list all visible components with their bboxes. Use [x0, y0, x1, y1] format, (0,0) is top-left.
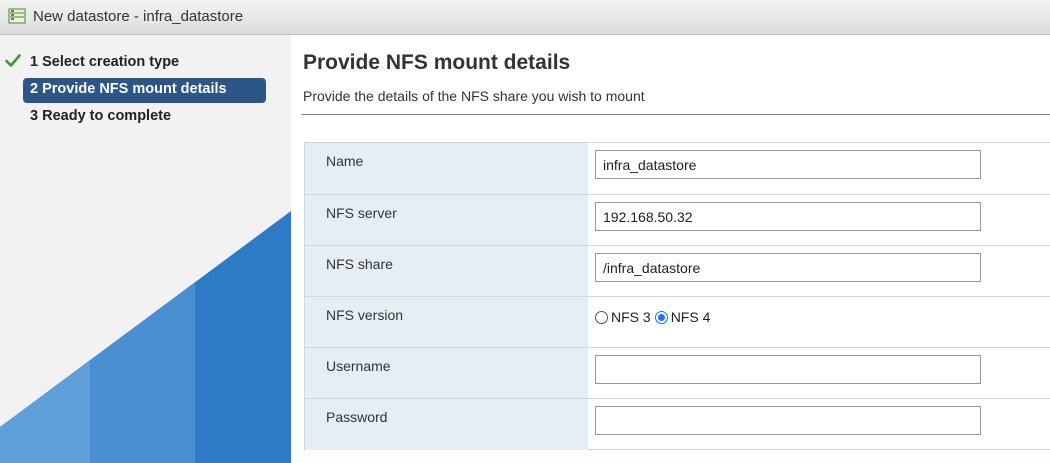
nfs-share-label: NFS share — [326, 256, 393, 272]
nfs-server-field[interactable] — [595, 202, 981, 231]
form-row-name: Name — [305, 143, 1050, 194]
step-complete-check-icon — [5, 54, 21, 67]
step-label: Ready to complete — [42, 108, 172, 124]
username-label: Username — [326, 358, 391, 374]
label-cell: Password — [305, 399, 588, 450]
username-field[interactable] — [595, 355, 981, 384]
step-number: 2 — [30, 81, 39, 97]
nfs4-radio[interactable] — [654, 310, 668, 324]
header-divider — [301, 114, 1050, 115]
window-title: New datastore - infra_datastore — [33, 8, 244, 25]
nfs3-radio-option[interactable]: NFS 3 — [595, 309, 651, 325]
label-cell: NFS version — [305, 297, 588, 348]
name-field[interactable] — [595, 150, 981, 179]
wizard-step-provide-nfs-details[interactable]: 2 Provide NFS mount details — [30, 81, 227, 97]
wizard-step-select-creation-type[interactable]: 1 Select creation type — [30, 54, 179, 70]
step-number: 3 — [30, 108, 39, 124]
password-field[interactable] — [595, 406, 981, 435]
nfs-mount-form: Name NFS server NFS share NFS version NF… — [304, 142, 1050, 450]
datastore-icon — [8, 8, 26, 24]
page-title: Provide NFS mount details — [303, 51, 571, 74]
nfs-server-label: NFS server — [326, 205, 397, 221]
form-row-nfs-version: NFS version NFS 3 NFS 4 — [305, 296, 1050, 348]
nfs-version-radio-group: NFS 3 NFS 4 — [595, 309, 710, 325]
form-row-password: Password — [305, 398, 1050, 450]
form-row-nfs-share: NFS share — [305, 245, 1050, 297]
label-cell: Username — [305, 348, 588, 399]
step-number: 1 — [30, 54, 39, 70]
nfs-share-field[interactable] — [595, 253, 981, 282]
nfs3-radio-label: NFS 3 — [611, 309, 651, 325]
nfs-version-label: NFS version — [326, 307, 404, 323]
wizard-steps-sidebar: 1 Select creation type 2 Provide NFS mou… — [0, 35, 291, 463]
nfs4-radio-option[interactable]: NFS 4 — [654, 309, 711, 325]
label-cell: Name — [305, 143, 588, 194]
form-row-username: Username — [305, 347, 1050, 399]
form-row-nfs-server: NFS server — [305, 194, 1050, 246]
nfs4-radio-label: NFS 4 — [670, 309, 711, 325]
label-cell: NFS share — [305, 246, 588, 297]
password-label: Password — [326, 409, 388, 425]
window-titlebar: New datastore - infra_datastore — [0, 0, 1050, 35]
step-label: Select creation type — [42, 54, 180, 70]
nfs3-radio[interactable] — [595, 310, 608, 324]
page-subtitle: Provide the details of the NFS share you… — [303, 88, 645, 104]
name-label: Name — [326, 153, 364, 169]
label-cell: NFS server — [305, 195, 588, 246]
wizard-step-ready-to-complete[interactable]: 3 Ready to complete — [30, 108, 171, 124]
step-label: Provide NFS mount details — [42, 81, 227, 97]
